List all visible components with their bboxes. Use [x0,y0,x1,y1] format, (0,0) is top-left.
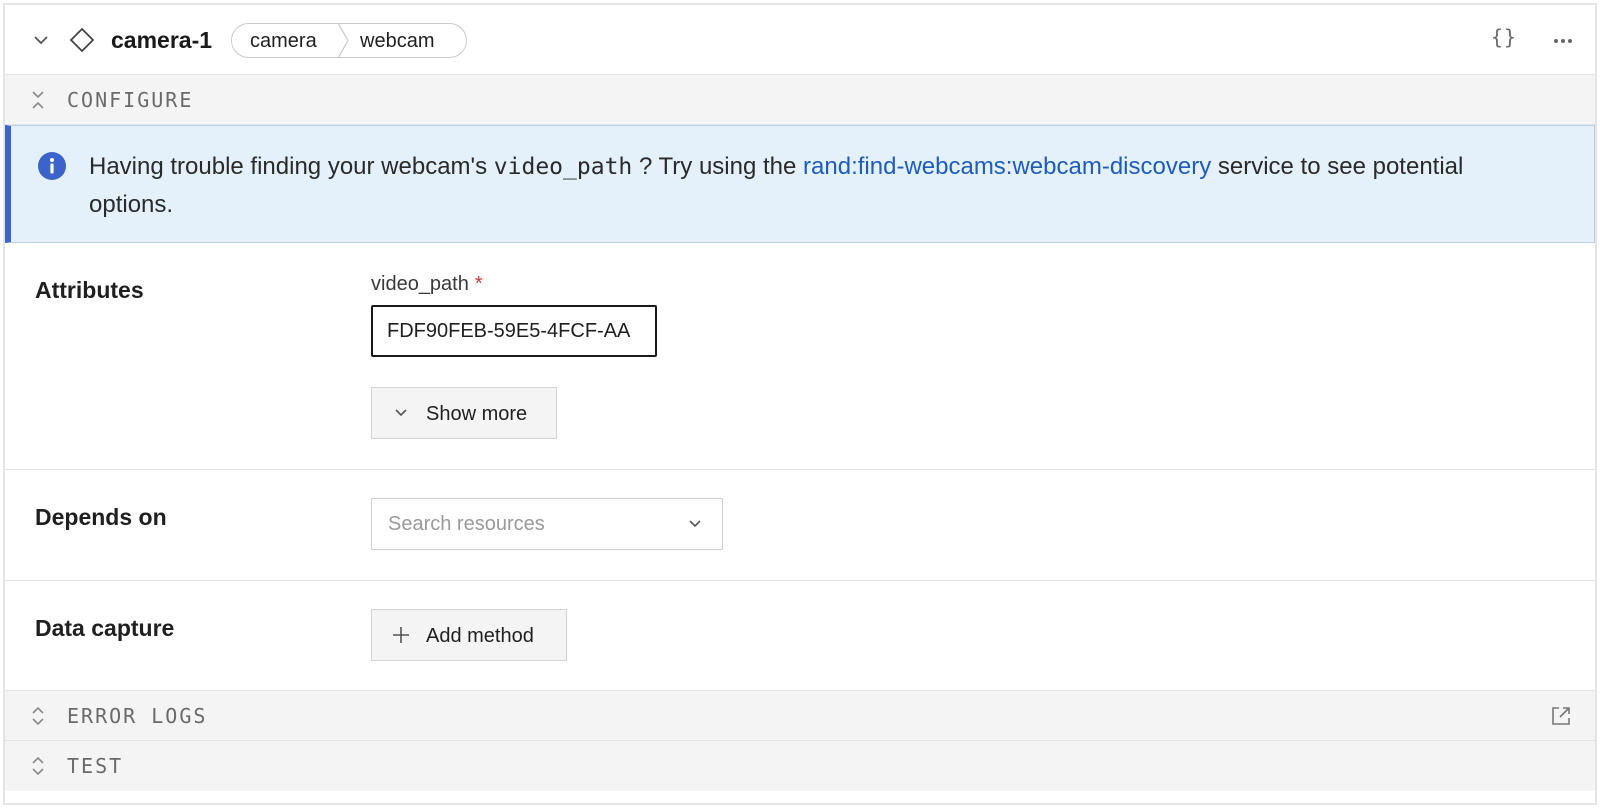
section-configure-label: CONFIGURE [67,88,194,112]
resource-card: camera-1 camera webcam {} CONFIGURE Havi… [3,3,1597,805]
expand-icon [32,706,44,726]
collapse-icon [32,91,44,109]
depends-on-label: Depends on [35,504,167,530]
resource-title: camera-1 [111,27,213,53]
section-test[interactable]: TEST [5,741,1595,791]
more-horizontal-icon[interactable] [1551,29,1575,53]
banner-text-1: Having trouble finding your webcam's [89,153,494,180]
video-path-label: video_path * [371,271,483,297]
card-header: camera-1 camera webcam {} [5,5,1595,75]
breadcrumb: camera webcam [231,23,467,58]
video-path-label-text: video_path [371,273,469,295]
diamond-icon [69,27,95,53]
chevron-down-icon [395,409,407,417]
search-resources-select[interactable] [371,498,723,550]
json-view-button[interactable]: {} [1491,25,1517,49]
attributes-row: Attributes video_path* Show more [5,243,1595,470]
required-mark: * [474,273,483,295]
depends-on-row: Depends on [5,470,1595,581]
plus-icon [393,627,409,643]
info-icon [38,152,66,180]
webcam-discovery-link[interactable]: rand:find-webcams:webcam-discovery [803,153,1211,180]
chevron-down-icon[interactable] [686,515,704,533]
banner-code: video_path [493,154,633,180]
expand-icon [32,756,44,776]
data-capture-row: Data capture Add method [5,581,1595,691]
video-path-input[interactable] [371,305,657,357]
section-error-logs[interactable]: ERROR LOGS [5,691,1595,741]
add-method-label: Add method [426,625,534,647]
add-method-button[interactable]: Add method [371,609,567,661]
banner-text-2: ? Try using the [632,153,804,180]
breadcrumb-item-webcam: webcam [360,30,435,52]
info-banner-text: Having trouble finding your webcam's vid… [89,148,1554,223]
external-link-icon[interactable] [1549,704,1573,728]
show-more-label: Show more [426,403,528,425]
breadcrumb-item-camera: camera [250,30,317,52]
section-configure[interactable]: CONFIGURE [5,75,1595,125]
info-banner: Having trouble finding your webcam's vid… [5,125,1595,243]
data-capture-label: Data capture [35,615,175,641]
breadcrumb-separator-icon [337,23,349,58]
search-resources-input[interactable] [372,499,672,549]
section-error-logs-label: ERROR LOGS [67,704,208,728]
attributes-label: Attributes [35,277,144,303]
show-more-button[interactable]: Show more [371,387,557,439]
chevron-down-icon[interactable] [31,30,51,50]
section-test-label: TEST [67,754,124,778]
